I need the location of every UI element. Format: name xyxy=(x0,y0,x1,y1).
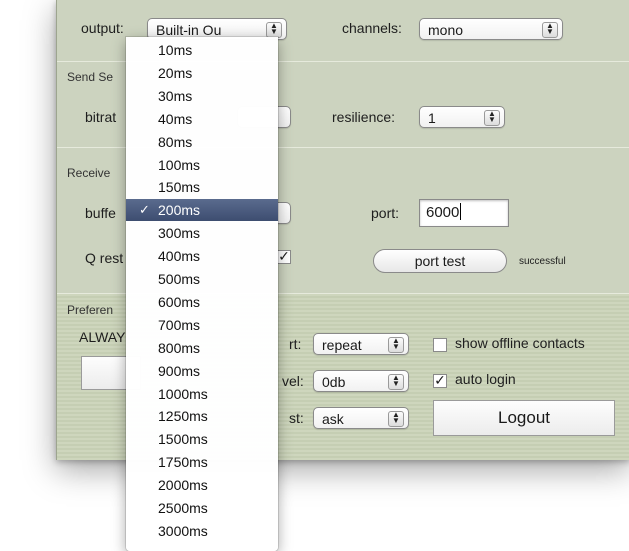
alert-value: repeat xyxy=(322,337,362,353)
buffer-menu-item[interactable]: 20ms xyxy=(126,62,278,84)
show-offline-label: show offline contacts xyxy=(455,335,585,351)
level-label: vel: xyxy=(282,373,304,389)
logout-button[interactable]: Logout xyxy=(433,400,615,436)
buffer-menu-item-label: 1500ms xyxy=(158,431,208,448)
alert-popup[interactable]: repeat ▲ ▼ xyxy=(313,333,409,355)
buffer-menu-item[interactable]: 2000ms xyxy=(126,474,278,496)
output-label: output: xyxy=(81,20,124,36)
buffer-menu-item-label: 1750ms xyxy=(158,454,208,471)
buffer-menu-item[interactable]: 1750ms xyxy=(126,451,278,473)
resilience-popup[interactable]: 1 ▲ ▼ xyxy=(419,106,505,128)
buffer-menu-item[interactable]: 10ms xyxy=(126,39,278,61)
checkmark-icon: ✓ xyxy=(139,202,150,218)
buffer-menu-item-label: 200ms xyxy=(158,202,201,219)
always-label: ALWAY xyxy=(79,329,126,345)
port-input[interactable]: 6000 xyxy=(419,199,509,227)
buffer-menu-item[interactable]: 800ms xyxy=(126,337,278,359)
q-restore-checkbox[interactable]: ✓ xyxy=(277,249,291,264)
buffer-menu-item-label: 700ms xyxy=(158,316,201,333)
level-popup[interactable]: 0db ▲ ▼ xyxy=(313,370,409,392)
channels-popup[interactable]: mono ▲ ▼ xyxy=(419,18,563,40)
buffer-menu-item[interactable]: 500ms xyxy=(126,268,278,290)
buffer-menu-item-label: 400ms xyxy=(158,248,201,265)
popup-arrows-icon: ▲ ▼ xyxy=(388,374,404,390)
buffer-menu-item[interactable]: 400ms xyxy=(126,245,278,267)
port-label: port: xyxy=(371,205,400,221)
buffer-menu-item-label: 40ms xyxy=(158,110,193,127)
buffer-menu-item-label: 20ms xyxy=(158,64,193,81)
buffer-menu-item-label: 10ms xyxy=(158,42,193,58)
buffer-menu-item[interactable]: 3000ms xyxy=(126,520,278,542)
buffer-menu-item[interactable]: 2500ms xyxy=(126,497,278,519)
level-value: 0db xyxy=(322,374,346,390)
channels-value: mono xyxy=(428,22,464,38)
buffer-menu-item[interactable]: 1250ms xyxy=(126,405,278,427)
buffer-menu-item-label: 2000ms xyxy=(158,477,208,494)
send-section-title: Send Se xyxy=(67,70,114,84)
buffer-menu-item[interactable]: ✓ 200ms xyxy=(126,199,278,222)
buffer-dropdown-menu: 10ms 20ms 30ms 40ms 80ms 100ms 150ms ✓ 200ms 300m… xyxy=(126,37,278,551)
buffer-menu-item[interactable]: 300ms xyxy=(126,222,278,244)
buffer-menu-item-label: 100ms xyxy=(158,156,201,173)
popup-arrows-icon: ▲ ▼ xyxy=(388,337,404,353)
preferences-section-title: Preferen xyxy=(67,303,114,317)
buffer-menu-item-label: 500ms xyxy=(158,271,201,287)
bitrate-label: bitrat xyxy=(85,109,117,125)
auto-login-label: auto login xyxy=(455,371,516,387)
request-label: st: xyxy=(289,410,304,426)
buffer-menu-item[interactable]: 600ms xyxy=(126,291,278,313)
buffer-menu-item-label: 80ms xyxy=(158,133,193,150)
port-test-status: successful xyxy=(519,256,566,267)
buffer-label: buffe xyxy=(85,205,116,221)
receive-section-title: Receive xyxy=(67,166,111,180)
show-offline-checkbox[interactable] xyxy=(433,338,447,352)
q-restore-label: Q rest xyxy=(85,250,124,266)
buffer-menu-item[interactable]: 30ms xyxy=(126,85,278,107)
buffer-menu-item-label: 800ms xyxy=(158,339,201,356)
buffer-menu-item-label: 30ms xyxy=(158,87,193,104)
channels-label: channels: xyxy=(342,20,402,36)
popup-arrows-icon: ▲ ▼ xyxy=(542,22,558,38)
buffer-menu-item-label: 150ms xyxy=(158,179,201,196)
buffer-menu-item[interactable]: 40ms xyxy=(126,108,278,130)
request-value: ask xyxy=(322,411,344,427)
buffer-menu-item[interactable]: 80ms xyxy=(126,131,278,153)
buffer-menu-item-label: 2500ms xyxy=(158,500,208,516)
buffer-menu-item[interactable]: 1500ms xyxy=(126,428,278,450)
buffer-menu-item[interactable]: 100ms xyxy=(126,154,278,176)
buffer-menu-item[interactable]: 700ms xyxy=(126,314,278,336)
popup-arrows-icon: ▲ ▼ xyxy=(266,22,282,38)
request-popup[interactable]: ask ▲ ▼ xyxy=(313,407,409,429)
buffer-menu-item-label: 1000ms xyxy=(158,385,208,402)
buffer-menu-item-label: 3000ms xyxy=(158,522,208,539)
resilience-label: resilience: xyxy=(332,109,396,125)
port-test-button[interactable]: port test xyxy=(373,249,507,273)
buffer-menu-item-label: 300ms xyxy=(158,225,201,242)
port-value: 6000 xyxy=(426,204,460,221)
buffer-menu-item[interactable]: 1000ms xyxy=(126,383,278,405)
popup-arrows-icon: ▲ ▼ xyxy=(484,110,500,126)
resilience-value: 1 xyxy=(428,110,436,126)
auto-login-checkbox[interactable]: ✓ xyxy=(433,373,447,388)
buffer-menu-item-label: 600ms xyxy=(158,293,201,310)
buffer-menu-item-label: 1250ms xyxy=(158,408,208,425)
buffer-menu-item[interactable]: 150ms xyxy=(126,176,278,198)
popup-arrows-icon: ▲ ▼ xyxy=(388,411,404,427)
port-test-label: port test xyxy=(414,253,466,269)
logout-label: Logout xyxy=(498,408,550,427)
buffer-menu-item-label: 900ms xyxy=(158,362,201,379)
alert-label: rt: xyxy=(289,336,302,352)
buffer-menu-item[interactable]: 900ms xyxy=(126,360,278,382)
